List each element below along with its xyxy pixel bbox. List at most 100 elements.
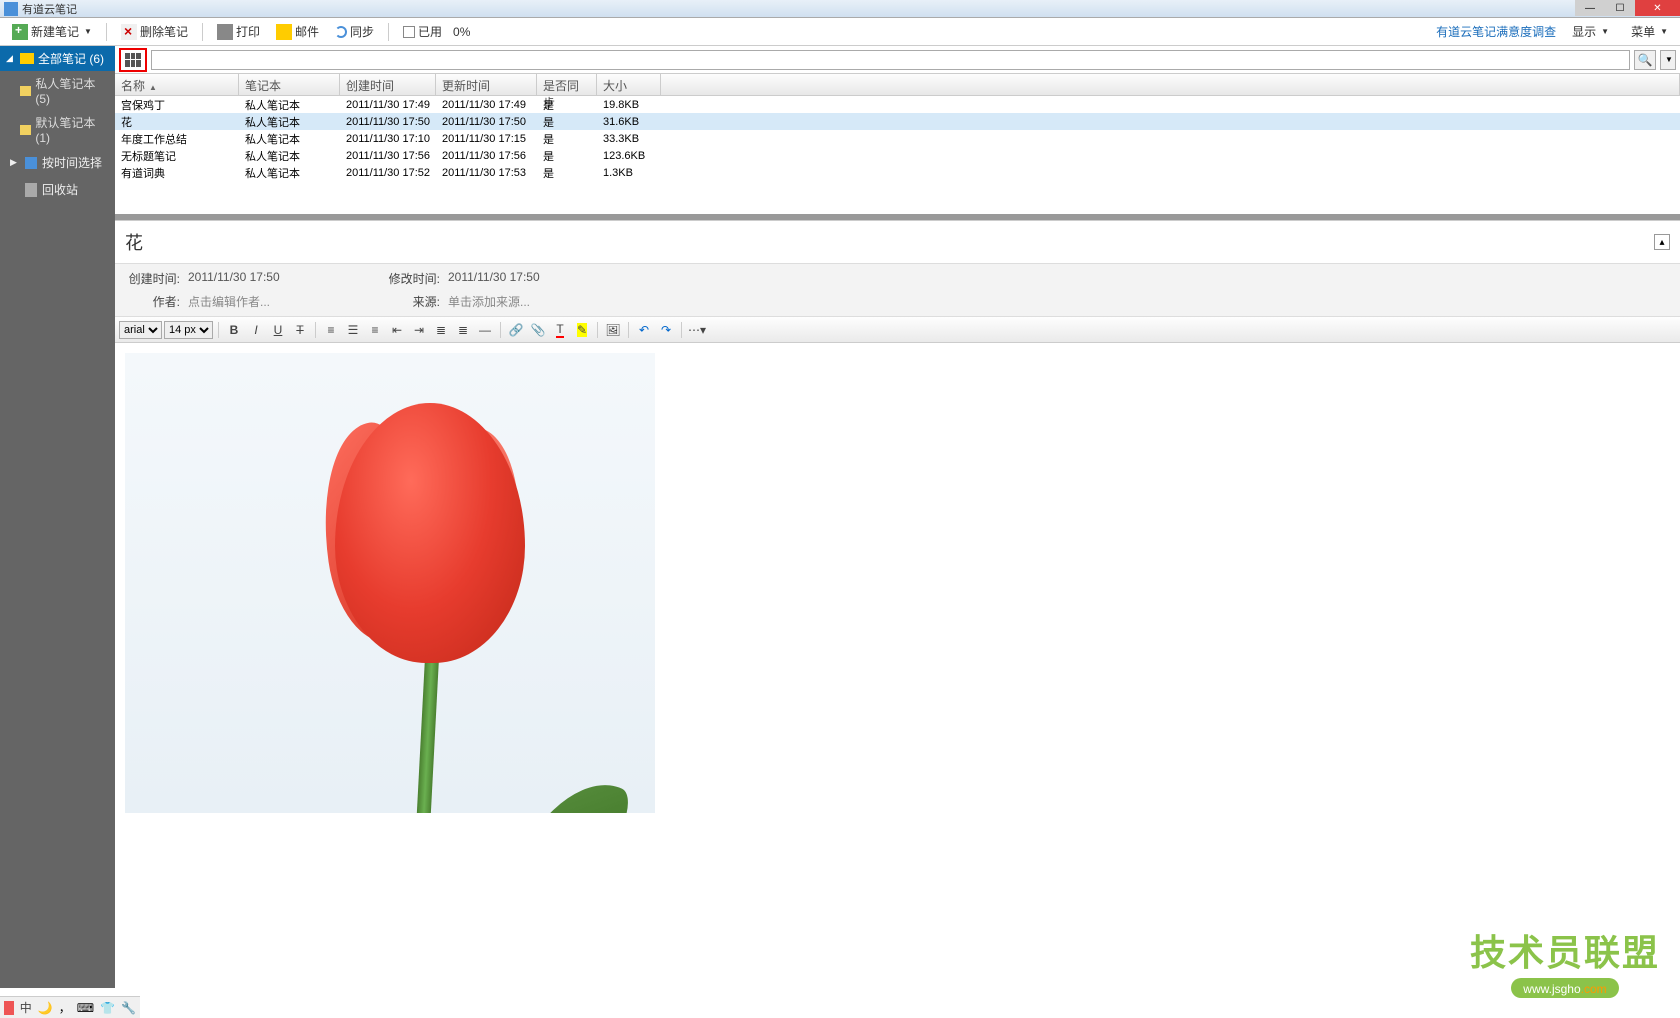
view-toggle-button[interactable] — [119, 48, 147, 72]
sidebar-all-notes[interactable]: ◢ 全部笔记 (6) — [0, 46, 115, 71]
ime-mode[interactable]: 中 — [20, 999, 32, 1016]
bullet-list-button[interactable]: ≣ — [431, 320, 451, 340]
search-dropdown[interactable]: ▼ — [1660, 50, 1676, 70]
separator — [628, 322, 629, 338]
col-size[interactable]: 大小 — [597, 74, 661, 95]
more-button[interactable]: ⋯▾ — [687, 320, 707, 340]
number-list-button[interactable]: ≣ — [453, 320, 473, 340]
sort-asc-icon: ▲ — [149, 83, 157, 92]
sidebar: ◢ 全部笔记 (6) 私人笔记本 (5) 默认笔记本 (1) ▶ 按时间选择 回… — [0, 46, 115, 988]
notes-table: 名称▲ 笔记本 创建时间 更新时间 是否同步 大小 宫保鸡丁私人笔记本2011/… — [115, 74, 1680, 214]
plus-icon — [12, 24, 28, 40]
align-center-button[interactable]: ☰ — [343, 320, 363, 340]
note-title[interactable]: 花 — [125, 229, 1654, 255]
author-label: 作者: — [125, 293, 180, 310]
meta-author[interactable]: 作者: 点击编辑作者... — [125, 293, 385, 310]
redo-button[interactable]: ↷ — [656, 320, 676, 340]
indent-button[interactable]: ⇥ — [409, 320, 429, 340]
sidebar-item-default[interactable]: 默认笔记本 (1) — [0, 110, 115, 149]
strike-button[interactable]: T — [290, 320, 310, 340]
cell-synced: 是 — [537, 96, 597, 113]
delete-note-button[interactable]: 删除笔记 — [115, 21, 194, 42]
meta-source[interactable]: 来源: 单击添加来源... — [385, 293, 665, 310]
note-meta: 创建时间: 2011/11/30 17:50 修改时间: 2011/11/30 … — [115, 264, 1680, 317]
cell-notebook: 私人笔记本 — [239, 113, 340, 130]
search-input[interactable] — [151, 50, 1630, 70]
sidebar-by-time[interactable]: ▶ 按时间选择 — [0, 149, 115, 176]
main-menu[interactable]: 菜单 ▼ — [1625, 21, 1674, 42]
table-row[interactable]: 有道词典私人笔记本2011/11/30 17:522011/11/30 17:5… — [115, 164, 1680, 181]
printer-icon — [217, 24, 233, 40]
person-icon[interactable]: 👕 — [100, 1001, 115, 1015]
col-name[interactable]: 名称▲ — [115, 74, 239, 95]
toolbar-right: 有道云笔记满意度调查 显示 ▼ 菜单 ▼ — [1436, 21, 1674, 42]
keyboard-icon[interactable]: ⌨ — [77, 1001, 94, 1015]
meta-modified: 修改时间: 2011/11/30 17:50 — [385, 270, 665, 287]
align-right-button[interactable]: ≡ — [365, 320, 385, 340]
display-menu[interactable]: 显示 ▼ — [1566, 21, 1615, 42]
font-family-select[interactable]: arial — [119, 321, 162, 339]
cell-created: 2011/11/30 17:56 — [340, 147, 436, 164]
align-left-button[interactable]: ≡ — [321, 320, 341, 340]
source-value[interactable]: 单击添加来源... — [448, 293, 530, 310]
table-row[interactable]: 宫保鸡丁私人笔记本2011/11/30 17:492011/11/30 17:4… — [115, 96, 1680, 113]
note-content[interactable] — [115, 343, 1680, 988]
underline-button[interactable]: U — [268, 320, 288, 340]
sync-button[interactable]: 同步 — [329, 21, 380, 42]
attach-button[interactable]: 📎 — [528, 320, 548, 340]
search-icon: 🔍 — [1638, 53, 1653, 67]
table-row[interactable]: 花私人笔记本2011/11/30 17:502011/11/30 17:50是3… — [115, 113, 1680, 130]
checkbox-icon — [403, 26, 415, 38]
col-updated[interactable]: 更新时间 — [436, 74, 537, 95]
close-button[interactable]: ✕ — [1635, 0, 1680, 16]
link-button[interactable]: 🔗 — [506, 320, 526, 340]
bold-button[interactable]: B — [224, 320, 244, 340]
new-note-button[interactable]: 新建笔记 ▼ — [6, 21, 98, 42]
sidebar-item-private[interactable]: 私人笔记本 (5) — [0, 71, 115, 110]
col-spacer — [661, 74, 1680, 95]
moon-icon[interactable]: 🌙 — [38, 1001, 53, 1015]
meta-created: 创建时间: 2011/11/30 17:50 — [125, 270, 385, 287]
folder-icon — [20, 86, 31, 96]
cell-updated: 2011/11/30 17:53 — [436, 164, 537, 181]
undo-button[interactable]: ↶ — [634, 320, 654, 340]
cell-notebook: 私人笔记本 — [239, 164, 340, 181]
print-button[interactable]: 打印 — [211, 21, 266, 42]
window-controls: — ☐ ✕ — [1575, 0, 1680, 16]
author-value[interactable]: 点击编辑作者... — [188, 293, 270, 310]
table-row[interactable]: 年度工作总结私人笔记本2011/11/30 17:102011/11/30 17… — [115, 130, 1680, 147]
wrench-icon[interactable]: 🔧 — [121, 1001, 136, 1015]
table-row[interactable]: 无标题笔记私人笔记本2011/11/30 17:562011/11/30 17:… — [115, 147, 1680, 164]
separator — [106, 23, 107, 41]
outdent-button[interactable]: ⇤ — [387, 320, 407, 340]
highlight-button[interactable]: ✎ — [572, 320, 592, 340]
font-size-select[interactable]: 14 px — [164, 321, 213, 339]
sync-icon — [335, 26, 347, 38]
cell-notebook: 私人笔记本 — [239, 130, 340, 147]
cell-synced: 是 — [537, 130, 597, 147]
mail-button[interactable]: 邮件 — [270, 21, 325, 42]
sidebar-trash[interactable]: 回收站 — [0, 176, 115, 203]
calendar-icon — [25, 157, 37, 169]
col-notebook[interactable]: 笔记本 — [239, 74, 340, 95]
image-button[interactable]: 🖼 — [603, 320, 623, 340]
minimize-button[interactable]: — — [1575, 0, 1605, 16]
col-synced[interactable]: 是否同步 — [537, 74, 597, 95]
period-icon[interactable]: ， — [59, 999, 71, 1016]
cell-notebook: 私人笔记本 — [239, 147, 340, 164]
text-color-button[interactable]: T — [550, 320, 570, 340]
cell-size: 33.3KB — [597, 130, 661, 147]
italic-button[interactable]: I — [246, 320, 266, 340]
collapse-button[interactable]: ▴ — [1654, 234, 1670, 250]
maximize-button[interactable]: ☐ — [1605, 0, 1635, 16]
cell-updated: 2011/11/30 17:50 — [436, 113, 537, 130]
separator — [681, 322, 682, 338]
survey-link[interactable]: 有道云笔记满意度调查 — [1436, 23, 1556, 40]
cell-created: 2011/11/30 17:10 — [340, 130, 436, 147]
hr-button[interactable]: — — [475, 320, 495, 340]
separator — [500, 322, 501, 338]
search-button[interactable]: 🔍 — [1634, 50, 1656, 70]
cell-name: 年度工作总结 — [115, 130, 239, 147]
col-created[interactable]: 创建时间 — [340, 74, 436, 95]
ime-icon[interactable] — [4, 1001, 14, 1015]
